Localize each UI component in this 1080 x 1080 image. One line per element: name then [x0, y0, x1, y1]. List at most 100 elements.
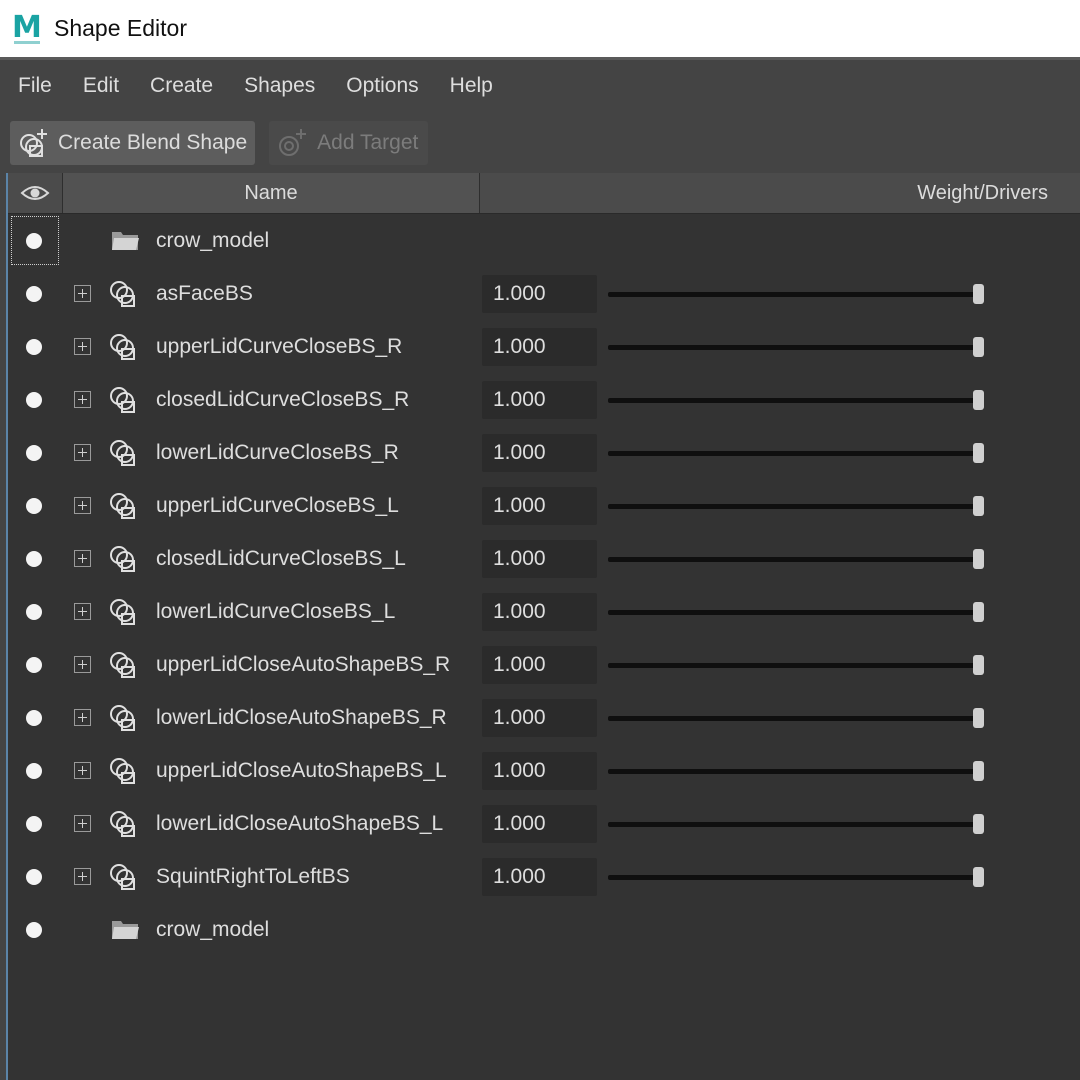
weight-slider[interactable]: [608, 874, 984, 880]
weight-slider[interactable]: [608, 768, 984, 774]
row-name: upperLidCloseAutoShapeBS_L: [156, 759, 447, 782]
visibility-toggle[interactable]: [26, 497, 42, 514]
expand-toggle[interactable]: [74, 602, 91, 620]
visibility-toggle[interactable]: [26, 232, 42, 249]
weight-field[interactable]: 1.000: [482, 804, 597, 843]
weight-field[interactable]: 1.000: [482, 486, 597, 525]
menu-help[interactable]: Help: [450, 74, 493, 98]
weight-field[interactable]: 1.000: [482, 645, 597, 684]
weight-slider[interactable]: [608, 344, 984, 350]
name-column-header[interactable]: Name: [63, 173, 480, 213]
weight-slider[interactable]: [608, 291, 984, 297]
blendshape-row[interactable]: lowerLidCurveCloseBS_L 1.000: [8, 585, 1080, 638]
weight-slider[interactable]: [608, 397, 984, 403]
expand-toggle[interactable]: [74, 708, 91, 726]
weight-slider[interactable]: [608, 450, 984, 456]
expand-toggle[interactable]: [74, 337, 91, 355]
blendshape-row[interactable]: lowerLidCloseAutoShapeBS_R 1.000: [8, 691, 1080, 744]
expand-toggle[interactable]: [74, 549, 91, 567]
expand-toggle[interactable]: [74, 655, 91, 673]
weight-field[interactable]: 1.000: [482, 857, 597, 896]
weight-slider-handle[interactable]: [973, 813, 984, 834]
expand-toggle[interactable]: [74, 761, 91, 779]
expand-toggle[interactable]: [74, 284, 91, 302]
blendshape-row[interactable]: SquintRightToLeftBS 1.000: [8, 850, 1080, 903]
weight-field[interactable]: 1.000: [482, 539, 597, 578]
visibility-toggle[interactable]: [26, 921, 42, 938]
visibility-toggle[interactable]: [26, 656, 42, 673]
weight-slider-handle[interactable]: [973, 866, 984, 887]
blend-shape-icon: [108, 385, 142, 415]
blendshape-row[interactable]: upperLidCloseAutoShapeBS_L 1.000: [8, 744, 1080, 797]
weight-slider[interactable]: [608, 662, 984, 668]
group-row[interactable]: crow_model: [8, 214, 1080, 267]
visibility-toggle[interactable]: [26, 815, 42, 832]
weight-slider-handle[interactable]: [973, 548, 984, 569]
weight-field[interactable]: 1.000: [482, 592, 597, 631]
maya-logo-icon: M: [12, 9, 42, 45]
expand-toggle[interactable]: [74, 390, 91, 408]
blendshape-row[interactable]: closedLidCurveCloseBS_R 1.000: [8, 373, 1080, 426]
row-name: crow_model: [156, 229, 270, 252]
weight-column-header[interactable]: Weight/Drivers: [480, 173, 1080, 213]
weight-slider-handle[interactable]: [973, 336, 984, 357]
expand-toggle[interactable]: [74, 867, 91, 885]
weight-field[interactable]: 1.000: [482, 274, 597, 313]
weight-slider-handle[interactable]: [973, 283, 984, 304]
weight-field[interactable]: 1.000: [482, 380, 597, 419]
folder-icon: [110, 917, 140, 941]
weight-slider-handle[interactable]: [973, 495, 984, 516]
blendshape-row[interactable]: lowerLidCloseAutoShapeBS_L 1.000: [8, 797, 1080, 850]
weight-slider-handle[interactable]: [973, 442, 984, 463]
blendshape-row[interactable]: closedLidCurveCloseBS_L 1.000: [8, 532, 1080, 585]
weight-slider[interactable]: [608, 556, 984, 562]
visibility-toggle[interactable]: [26, 391, 42, 408]
create-blend-shape-button[interactable]: Create Blend Shape: [10, 121, 256, 165]
weight-slider-handle[interactable]: [973, 760, 984, 781]
weight-field[interactable]: 1.000: [482, 698, 597, 737]
weight-slider-handle[interactable]: [973, 654, 984, 675]
add-target-label: Add Target: [317, 131, 419, 154]
visibility-toggle[interactable]: [26, 603, 42, 620]
folder-icon: [110, 228, 140, 252]
blendshape-row[interactable]: upperLidCurveCloseBS_R 1.000: [8, 320, 1080, 373]
weight-slider[interactable]: [608, 503, 984, 509]
visibility-toggle[interactable]: [26, 444, 42, 461]
weight-field[interactable]: 1.000: [482, 327, 597, 366]
visibility-toggle[interactable]: [26, 338, 42, 355]
weight-slider-handle[interactable]: [973, 601, 984, 622]
menu-shapes[interactable]: Shapes: [244, 74, 315, 98]
blendshape-row[interactable]: lowerLidCurveCloseBS_R 1.000: [8, 426, 1080, 479]
visibility-column-header[interactable]: [8, 173, 63, 213]
menu-file[interactable]: File: [18, 74, 52, 98]
menu-edit[interactable]: Edit: [83, 74, 119, 98]
weight-slider[interactable]: [608, 609, 984, 615]
group-row[interactable]: crow_model: [8, 903, 1080, 956]
visibility-toggle[interactable]: [26, 709, 42, 726]
weight-field[interactable]: 1.000: [482, 751, 597, 790]
add-target-icon: [279, 129, 307, 156]
expand-toggle[interactable]: [74, 443, 91, 461]
eye-icon: [20, 186, 50, 200]
weight-slider[interactable]: [608, 821, 984, 827]
visibility-toggle[interactable]: [26, 285, 42, 302]
blendshape-row[interactable]: upperLidCloseAutoShapeBS_R 1.000: [8, 638, 1080, 691]
weight-slider-handle[interactable]: [973, 707, 984, 728]
row-name: upperLidCloseAutoShapeBS_R: [156, 653, 451, 676]
blend-shape-icon: [108, 491, 142, 521]
weight-slider[interactable]: [608, 715, 984, 721]
weight-field[interactable]: 1.000: [482, 433, 597, 472]
add-target-button[interactable]: Add Target: [269, 121, 429, 165]
visibility-toggle[interactable]: [26, 550, 42, 567]
blendshape-row[interactable]: asFaceBS 1.000: [8, 267, 1080, 320]
expand-toggle[interactable]: [74, 814, 91, 832]
visibility-toggle[interactable]: [26, 868, 42, 885]
menu-options[interactable]: Options: [346, 74, 418, 98]
weight-slider-handle[interactable]: [973, 389, 984, 410]
blendshape-row[interactable]: upperLidCurveCloseBS_L 1.000: [8, 479, 1080, 532]
expand-toggle[interactable]: [74, 496, 91, 514]
shape-rows: crow_model asFaceBS 1.000 upperLidCurveClos…: [8, 214, 1080, 956]
visibility-toggle[interactable]: [26, 762, 42, 779]
menu-create[interactable]: Create: [150, 74, 213, 98]
shape-list: Name Weight/Drivers crow_model asFaceBS 1.…: [6, 173, 1080, 1080]
